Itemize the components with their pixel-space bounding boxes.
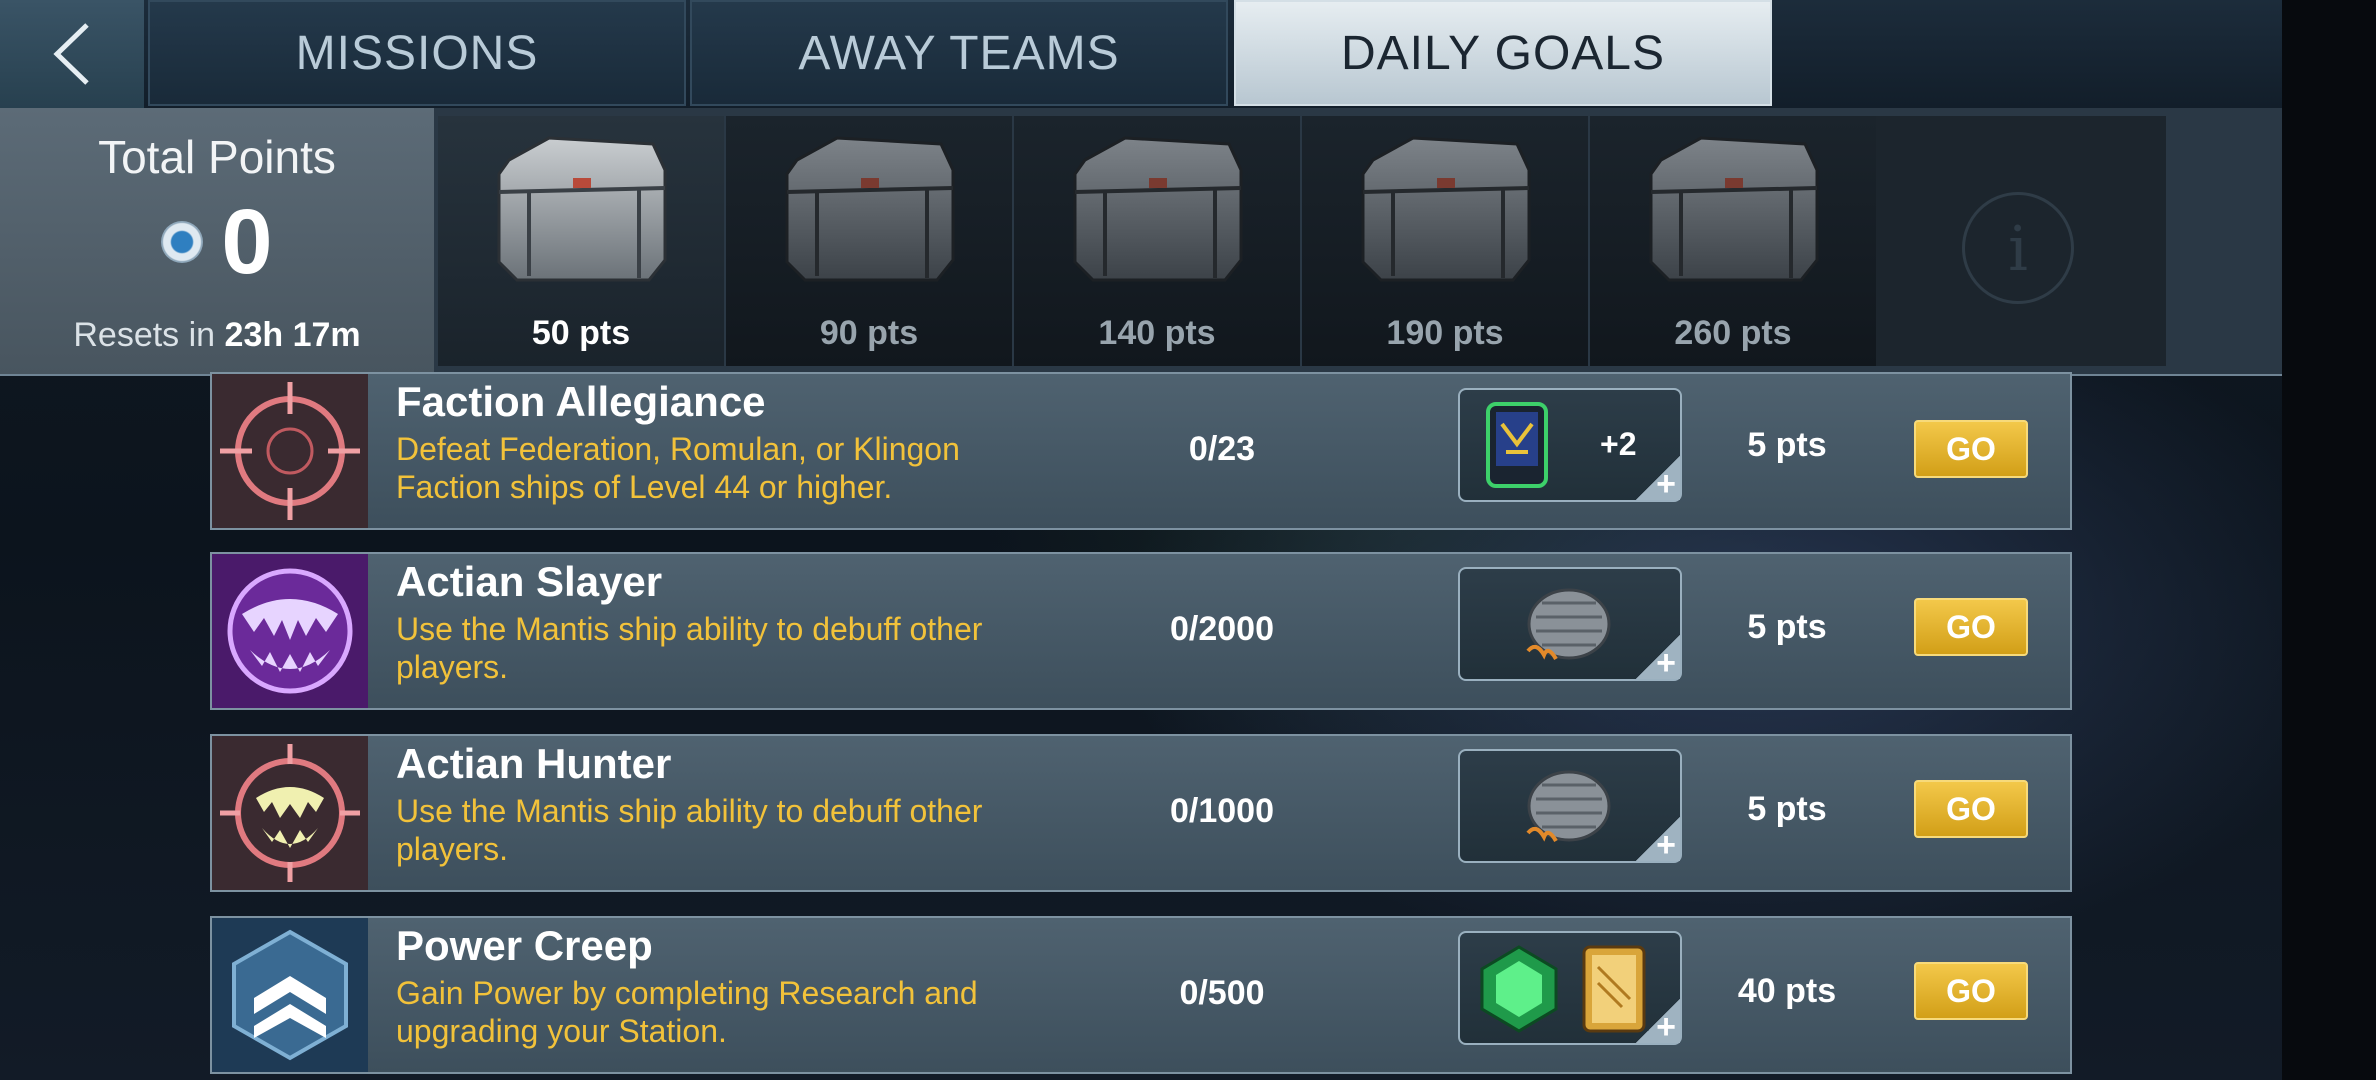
goal-reward[interactable]: + [1458,931,1682,1046]
goal-title: Faction Allegiance [396,378,766,425]
info-panel: i [1876,116,2166,366]
total-points-title: Total Points [98,131,336,183]
chest-label: 190 pts [1386,314,1504,352]
goal-row-actian-hunter: Actian Hunter Use the Mantis ship abilit… [210,734,2072,892]
reward-expand-icon: + [1636,999,1680,1046]
chevron-rank-icon [212,918,368,1072]
goal-row-power-creep: Power Creep Gain Power by completing Res… [210,916,2072,1074]
tab-away-teams[interactable]: AWAY TEAMS [690,0,1228,106]
screen-edge [2282,0,2376,1080]
goal-progress: 0/2000 [1170,610,1274,648]
fangs-crosshair-icon [212,736,368,890]
goal-description: Use the Mantis ship ability to debuff ot… [396,793,983,867]
reward-extra-count: +2 [1600,426,1637,462]
go-button[interactable]: GO [1914,420,2028,478]
tab-daily-goals[interactable]: DAILY GOALS [1234,0,1772,106]
reset-timer: Resets in 23h 17m [0,316,434,355]
chest-icon [1361,136,1531,282]
go-button[interactable]: GO [1914,780,2028,838]
goal-reward[interactable]: + [1458,567,1682,682]
total-points-panel: Total Points 0 Resets in 23h 17m [0,108,434,374]
reward-expand-icon: + [1636,456,1680,503]
chest-icon [1073,136,1243,282]
go-button[interactable]: GO [1914,598,2028,656]
info-icon[interactable]: i [1962,192,2074,304]
goal-reward[interactable]: +2 + [1458,388,1682,503]
crosshair-icon [212,374,368,528]
goal-title: Power Creep [396,922,653,969]
engine-part-icon [1526,770,1611,843]
chest-label: 140 pts [1098,314,1216,352]
chest-icon [785,136,955,282]
datacard-icon [1486,402,1548,488]
reward-chest-90[interactable]: 90 pts [726,116,1012,366]
reward-chest-50[interactable]: 50 pts [438,116,724,366]
goal-row-actian-slayer: Actian Slayer Use the Mantis ship abilit… [210,552,2072,710]
total-points-value-row: 0 [0,196,434,288]
reward-chest-140[interactable]: 140 pts [1014,116,1300,366]
goal-description: Defeat Federation, Romulan, or Klingon F… [396,431,960,505]
chest-icon [497,136,667,282]
goal-title: Actian Slayer [396,558,663,605]
goal-progress: 0/23 [1188,430,1256,468]
purple-fangs-icon [212,554,368,708]
tab-missions[interactable]: MISSIONS [148,0,686,106]
goal-description: Gain Power by completing Research and up… [396,975,978,1049]
total-points-value: 0 [221,191,273,293]
chest-label: 260 pts [1674,314,1792,352]
goal-progress: 0/500 [1179,974,1265,1012]
reset-prefix: Resets in [73,316,216,354]
reward-expand-icon: + [1636,817,1680,864]
chest-label: 50 pts [531,314,631,352]
reward-chest-190[interactable]: 190 pts [1302,116,1588,366]
rewards-header: Total Points 0 Resets in 23h 17m 50 pts [0,108,2282,376]
goal-title: Actian Hunter [396,740,672,787]
chest-label: 90 pts [819,314,919,352]
back-button[interactable] [0,0,144,108]
goal-description: Use the Mantis ship ability to debuff ot… [396,611,983,685]
reward-chest-260[interactable]: 260 pts [1590,116,1876,366]
goal-reward[interactable]: + [1458,749,1682,864]
goal-points: 5 pts [1747,608,1827,646]
goal-points: 5 pts [1747,426,1827,464]
top-tab-bar: MISSIONS AWAY TEAMS DAILY GOALS [0,0,2282,108]
points-coin-icon [161,221,204,263]
goal-progress: 0/1000 [1170,792,1274,830]
goal-row-faction-allegiance: Faction Allegiance Defeat Federation, Ro… [210,372,2072,530]
engine-part-icon [1526,588,1611,661]
chest-icon [1649,136,1819,282]
goal-points: 40 pts [1737,972,1837,1010]
goal-points: 5 pts [1747,790,1827,828]
reward-expand-icon: + [1636,635,1680,682]
chevron-left-icon [53,23,89,85]
go-button[interactable]: GO [1914,962,2028,1020]
green-crystal-icon [1480,945,1558,1033]
reset-time: 23h 17m [224,316,361,354]
